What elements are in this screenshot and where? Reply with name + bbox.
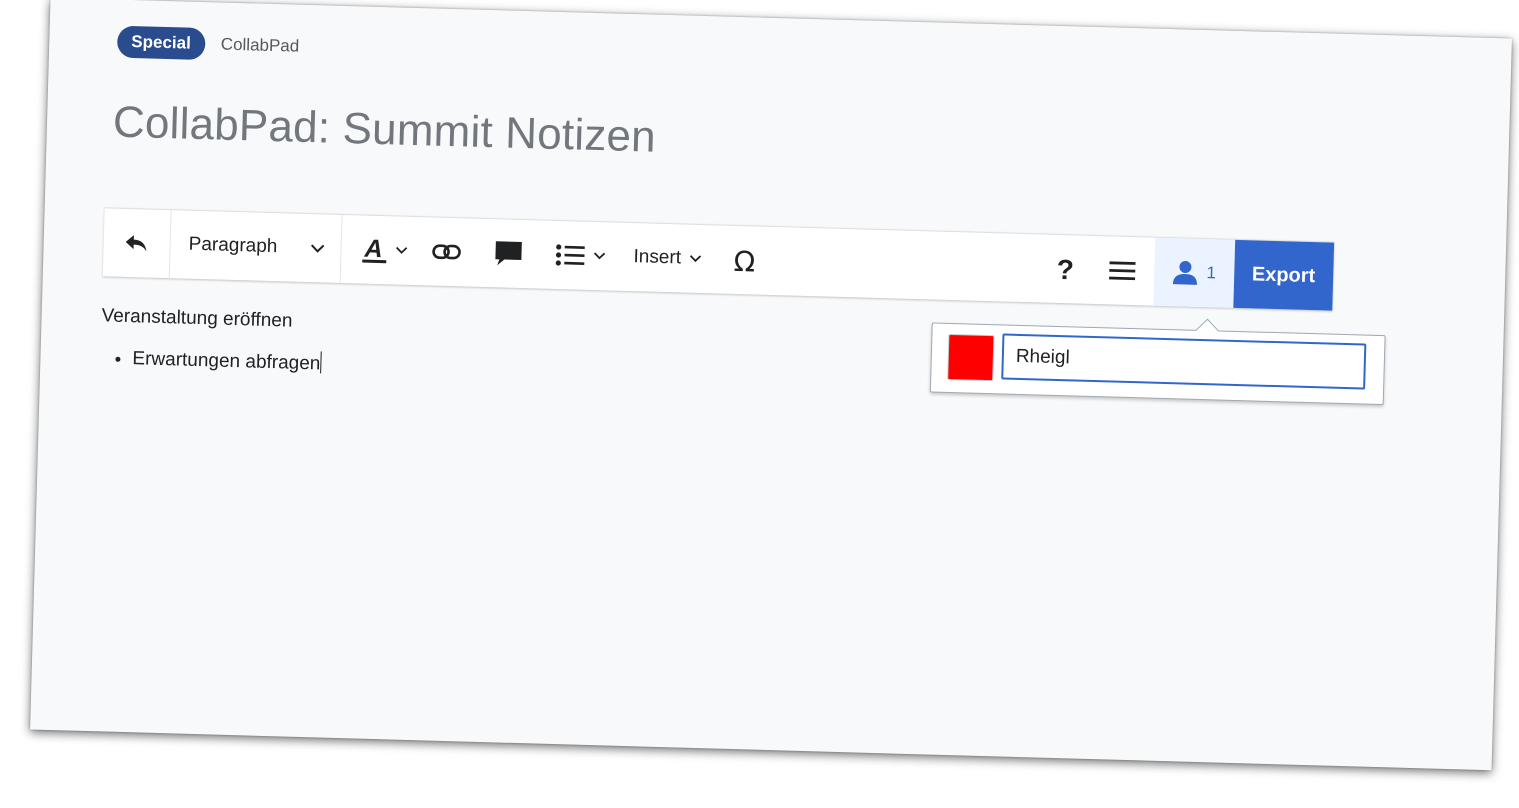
user-color-swatch[interactable]	[947, 333, 995, 382]
svg-text:?: ?	[1057, 254, 1075, 285]
content-bullet-list: Erwartungen abfragen	[100, 345, 322, 375]
bullet-list-icon	[555, 243, 586, 268]
comment-button[interactable]	[475, 219, 543, 289]
style-group: A Insert Ω	[341, 215, 774, 295]
chevron-down-icon	[689, 255, 701, 263]
list-item-text: Erwartungen abfragen	[132, 348, 321, 375]
list-button[interactable]	[541, 221, 621, 291]
format-group: Paragraph	[169, 210, 343, 283]
text-cursor	[320, 351, 322, 374]
paragraph-format-dropdown[interactable]: Paragraph	[170, 210, 342, 283]
breadcrumb-collabpad-link[interactable]: CollabPad	[221, 35, 300, 57]
editor-content[interactable]: Veranstaltung eröffnen Erwartungen abfra…	[100, 305, 323, 375]
help-button[interactable]: ?	[1040, 234, 1092, 303]
insert-dropdown[interactable]: Insert	[619, 223, 716, 294]
special-namespace-badge[interactable]: Special	[116, 25, 206, 61]
svg-text:Ω: Ω	[733, 246, 755, 275]
text-style-icon: A	[361, 236, 388, 265]
undo-icon	[123, 232, 150, 255]
insert-label: Insert	[633, 246, 682, 269]
undo-button[interactable]	[103, 208, 171, 278]
username-input[interactable]	[1001, 333, 1367, 390]
content-paragraph[interactable]: Veranstaltung eröffnen	[101, 305, 323, 333]
history-group	[102, 208, 172, 279]
chevron-down-icon	[395, 246, 408, 254]
screenshot-scene: Special CollabPad CollabPad: Summit Noti…	[0, 0, 1519, 808]
breadcrumb: Special CollabPad	[116, 25, 300, 63]
page-title: CollabPad: Summit Notizen	[112, 97, 657, 162]
user-icon	[1172, 259, 1199, 286]
comment-icon	[493, 239, 524, 268]
svg-text:A: A	[363, 236, 383, 264]
chevron-down-icon	[593, 252, 606, 260]
hamburger-menu-icon	[1108, 259, 1137, 282]
editor-toolbar: Paragraph A Insert Ω ? 1 Export	[102, 207, 1335, 311]
collaborators-button[interactable]: 1	[1153, 237, 1235, 308]
chevron-down-icon	[310, 237, 325, 259]
list-item[interactable]: Erwartungen abfragen	[132, 346, 322, 375]
paragraph-format-label: Paragraph	[188, 233, 278, 258]
link-icon	[431, 242, 461, 261]
page-sheet: Special CollabPad CollabPad: Summit Noti…	[30, 0, 1512, 771]
link-button[interactable]	[417, 217, 477, 287]
omega-icon: Ω	[729, 246, 760, 275]
help-icon: ?	[1054, 254, 1077, 285]
actions-group: ? 1 Export	[1040, 234, 1335, 311]
collaborators-count: 1	[1206, 263, 1217, 283]
page-menu-button[interactable]	[1090, 236, 1156, 306]
user-settings-popup	[929, 318, 1386, 406]
export-button[interactable]: Export	[1232, 239, 1335, 311]
text-style-button[interactable]: A	[341, 215, 419, 285]
special-character-button[interactable]: Ω	[714, 225, 774, 295]
